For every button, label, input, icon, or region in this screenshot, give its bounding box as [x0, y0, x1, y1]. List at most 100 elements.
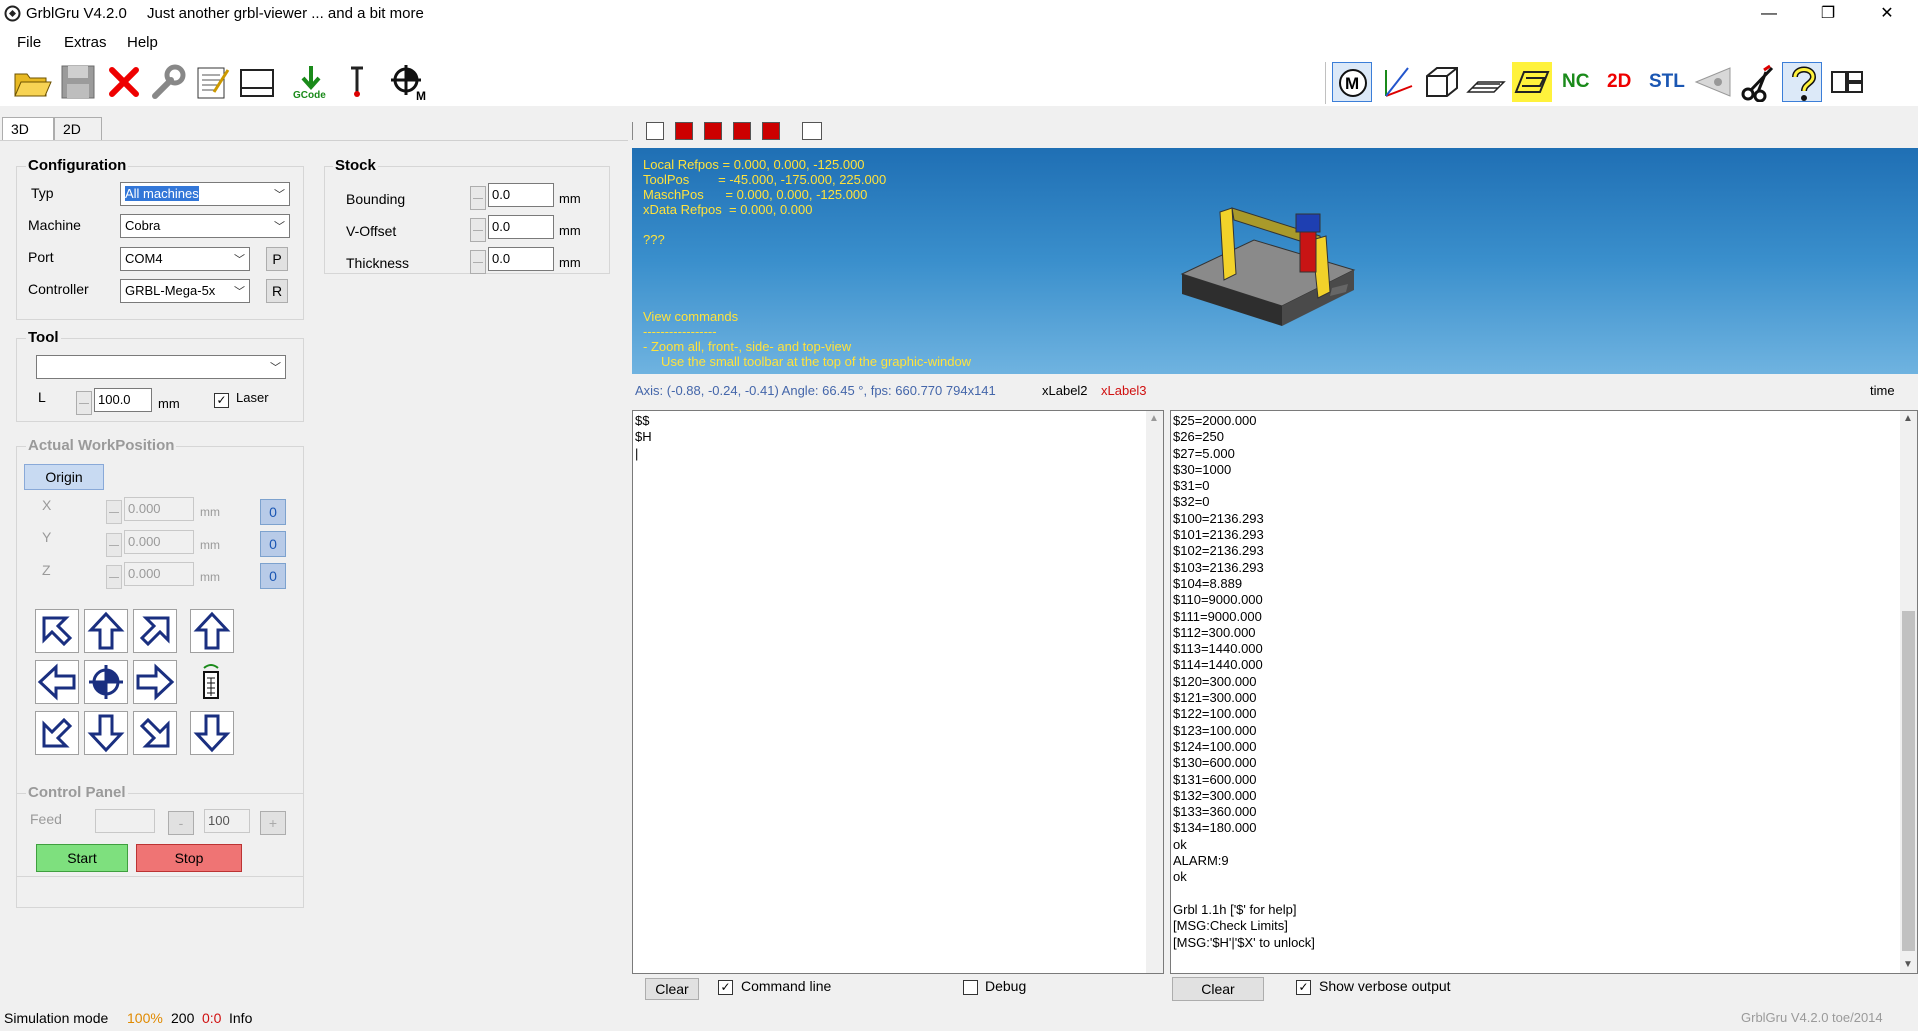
- feed-plus-button[interactable]: +: [260, 811, 286, 835]
- jpg-export-icon[interactable]: [802, 122, 822, 140]
- jog-z-up-icon[interactable]: [190, 609, 234, 653]
- bounding-unit: mm: [559, 191, 581, 206]
- z-spinner[interactable]: [106, 565, 122, 589]
- jog-right-icon[interactable]: [133, 660, 177, 704]
- zoom-all-icon[interactable]: [646, 122, 664, 140]
- top-view-icon[interactable]: [733, 122, 751, 140]
- scrollbar-thumb[interactable]: [1902, 611, 1915, 951]
- gcode-download-icon[interactable]: GCode: [291, 62, 331, 102]
- probe-icon[interactable]: [337, 62, 377, 102]
- jog-z-down-icon[interactable]: [190, 711, 234, 755]
- debug-label: Debug: [985, 978, 1027, 994]
- z-position-input[interactable]: 0.000: [124, 562, 194, 586]
- jog-up-icon[interactable]: [84, 609, 128, 653]
- tool-length-input[interactable]: 100.0: [94, 388, 152, 412]
- thickness-spinner[interactable]: [470, 250, 486, 274]
- menu-extras[interactable]: Extras: [64, 34, 107, 51]
- notepad-icon[interactable]: [192, 62, 232, 102]
- scroll-up-icon[interactable]: ▲: [1903, 413, 1913, 424]
- controller-r-button[interactable]: R: [266, 279, 288, 303]
- controller-select[interactable]: GRBL-Mega-5x ﹀: [120, 279, 250, 303]
- jog-up-right-icon[interactable]: [133, 609, 177, 653]
- window-icon[interactable]: [237, 62, 277, 102]
- scroll-down-icon[interactable]: ▼: [1903, 959, 1913, 970]
- voffset-spinner[interactable]: [470, 218, 486, 242]
- scroll-up-icon[interactable]: ▲: [1149, 413, 1159, 424]
- jog-home-crosshair-icon[interactable]: [84, 660, 128, 704]
- output-log-area[interactable]: $25=2000.000 $26=250 $27=5.000 $30=1000 …: [1170, 410, 1918, 974]
- tab-2d[interactable]: 2D: [54, 117, 102, 141]
- x-unit: mm: [200, 505, 220, 519]
- output-log-text: $25=2000.000 $26=250 $27=5.000 $30=1000 …: [1173, 413, 1315, 950]
- command-line-label: Command line: [741, 978, 832, 994]
- open-folder-icon[interactable]: [12, 62, 52, 102]
- nc-button[interactable]: NC: [1562, 62, 1602, 102]
- close-x-icon[interactable]: [104, 62, 144, 102]
- debug-checkbox[interactable]: [963, 980, 978, 995]
- typ-select[interactable]: All machines ﹀: [120, 182, 290, 206]
- cube-icon[interactable]: [1421, 62, 1461, 102]
- help-question-icon[interactable]: [1782, 62, 1822, 102]
- x-zero-button[interactable]: 0: [260, 499, 286, 525]
- tool-select[interactable]: ﹀: [36, 355, 286, 379]
- eye-icon[interactable]: [1694, 62, 1734, 102]
- x-position-input[interactable]: 0.000: [124, 497, 194, 521]
- stock-title: Stock: [333, 157, 378, 174]
- port-p-button[interactable]: P: [266, 247, 288, 271]
- minimize-button[interactable]: —: [1746, 0, 1792, 28]
- stl-button[interactable]: STL: [1649, 62, 1693, 102]
- jog-down-icon[interactable]: [84, 711, 128, 755]
- feed-minus-button[interactable]: -: [168, 811, 194, 835]
- machine-m-icon[interactable]: M: [1332, 62, 1372, 102]
- output-scrollbar[interactable]: ▲ ▼: [1900, 411, 1917, 973]
- menu-help[interactable]: Help: [127, 34, 158, 51]
- command-input-area[interactable]: $$ $H | ▲: [632, 410, 1164, 974]
- stop-button[interactable]: Stop: [136, 844, 242, 872]
- command-scrollbar[interactable]: ▲: [1146, 411, 1163, 973]
- jog-down-right-icon[interactable]: [133, 711, 177, 755]
- bounding-input[interactable]: 0.0: [488, 183, 554, 207]
- y-zero-button[interactable]: 0: [260, 531, 286, 557]
- front-view-icon[interactable]: [675, 122, 693, 140]
- laser-checkbox[interactable]: ✓: [214, 393, 229, 408]
- clear-command-button[interactable]: Clear: [645, 978, 699, 1000]
- x-spinner[interactable]: [106, 500, 122, 524]
- jog-up-left-icon[interactable]: [35, 609, 79, 653]
- feed-percent-input[interactable]: 100: [204, 809, 250, 833]
- z-zero-button[interactable]: 0: [260, 563, 286, 589]
- thickness-unit: mm: [559, 255, 581, 270]
- y-position-input[interactable]: 0.000: [124, 530, 194, 554]
- y-spinner[interactable]: [106, 533, 122, 557]
- restore-button[interactable]: ❐: [1805, 0, 1851, 28]
- menu-file[interactable]: File: [17, 34, 41, 51]
- plane-icon[interactable]: [1466, 62, 1506, 102]
- clear-output-button[interactable]: Clear: [1172, 977, 1264, 1001]
- tool-length-spinner[interactable]: [76, 391, 92, 415]
- twod-button[interactable]: 2D: [1607, 62, 1647, 102]
- command-input-text[interactable]: $$ $H |: [635, 413, 652, 462]
- axes-icon[interactable]: [1378, 62, 1418, 102]
- remote-control-icon[interactable]: [190, 660, 234, 704]
- crosshair-m-icon[interactable]: M: [388, 62, 432, 103]
- port-select[interactable]: COM4 ﹀: [120, 247, 250, 271]
- command-line-checkbox[interactable]: ✓: [718, 980, 733, 995]
- side-view-icon[interactable]: [704, 122, 722, 140]
- close-window-button[interactable]: ✕: [1864, 0, 1910, 28]
- voffset-input[interactable]: 0.0: [488, 215, 554, 239]
- 3d-viewport[interactable]: Local Refpos = 0.000, 0.000, -125.000 To…: [632, 148, 1918, 374]
- iso-view-icon[interactable]: [762, 122, 780, 140]
- feed-input[interactable]: [95, 809, 155, 833]
- machine-select[interactable]: Cobra ﹀: [120, 214, 290, 238]
- jog-down-left-icon[interactable]: [35, 711, 79, 755]
- surface-icon[interactable]: [1512, 62, 1552, 102]
- save-disk-icon[interactable]: [58, 62, 98, 102]
- origin-button[interactable]: Origin: [24, 464, 104, 490]
- wrench-settings-icon[interactable]: [147, 62, 187, 102]
- bounding-spinner[interactable]: [470, 186, 486, 210]
- verbose-output-checkbox[interactable]: ✓: [1296, 980, 1311, 995]
- layout-grid-icon[interactable]: [1828, 62, 1868, 102]
- scissors-icon[interactable]: [1738, 62, 1778, 103]
- start-button[interactable]: Start: [36, 844, 128, 872]
- jog-left-icon[interactable]: [35, 660, 79, 704]
- thickness-input[interactable]: 0.0: [488, 247, 554, 271]
